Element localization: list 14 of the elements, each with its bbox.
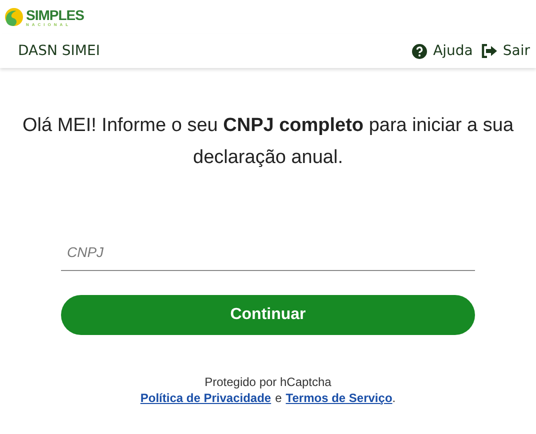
privacy-link[interactable]: Política de Privacidade xyxy=(140,391,272,405)
conjunction-text: e xyxy=(275,391,282,405)
help-icon xyxy=(412,44,428,58)
heading: Olá MEI! Informe o seu CNPJ completo para iniciar a sua declaração anual. xyxy=(21,114,515,170)
app-title: DASN SIMEI xyxy=(18,43,100,59)
help-link[interactable]: Ajuda xyxy=(412,43,473,59)
captcha-note: Protegido por hCaptcha xyxy=(204,375,332,389)
exit-icon xyxy=(480,44,497,58)
logo-icon xyxy=(4,7,24,27)
period-text: . xyxy=(392,391,396,405)
terms-link[interactable]: Termos de Serviço xyxy=(286,391,392,405)
exit-link[interactable]: Sair xyxy=(480,43,530,59)
logo-title: SIMPLES xyxy=(26,8,84,22)
continue-button[interactable]: Continuar xyxy=(61,295,475,335)
